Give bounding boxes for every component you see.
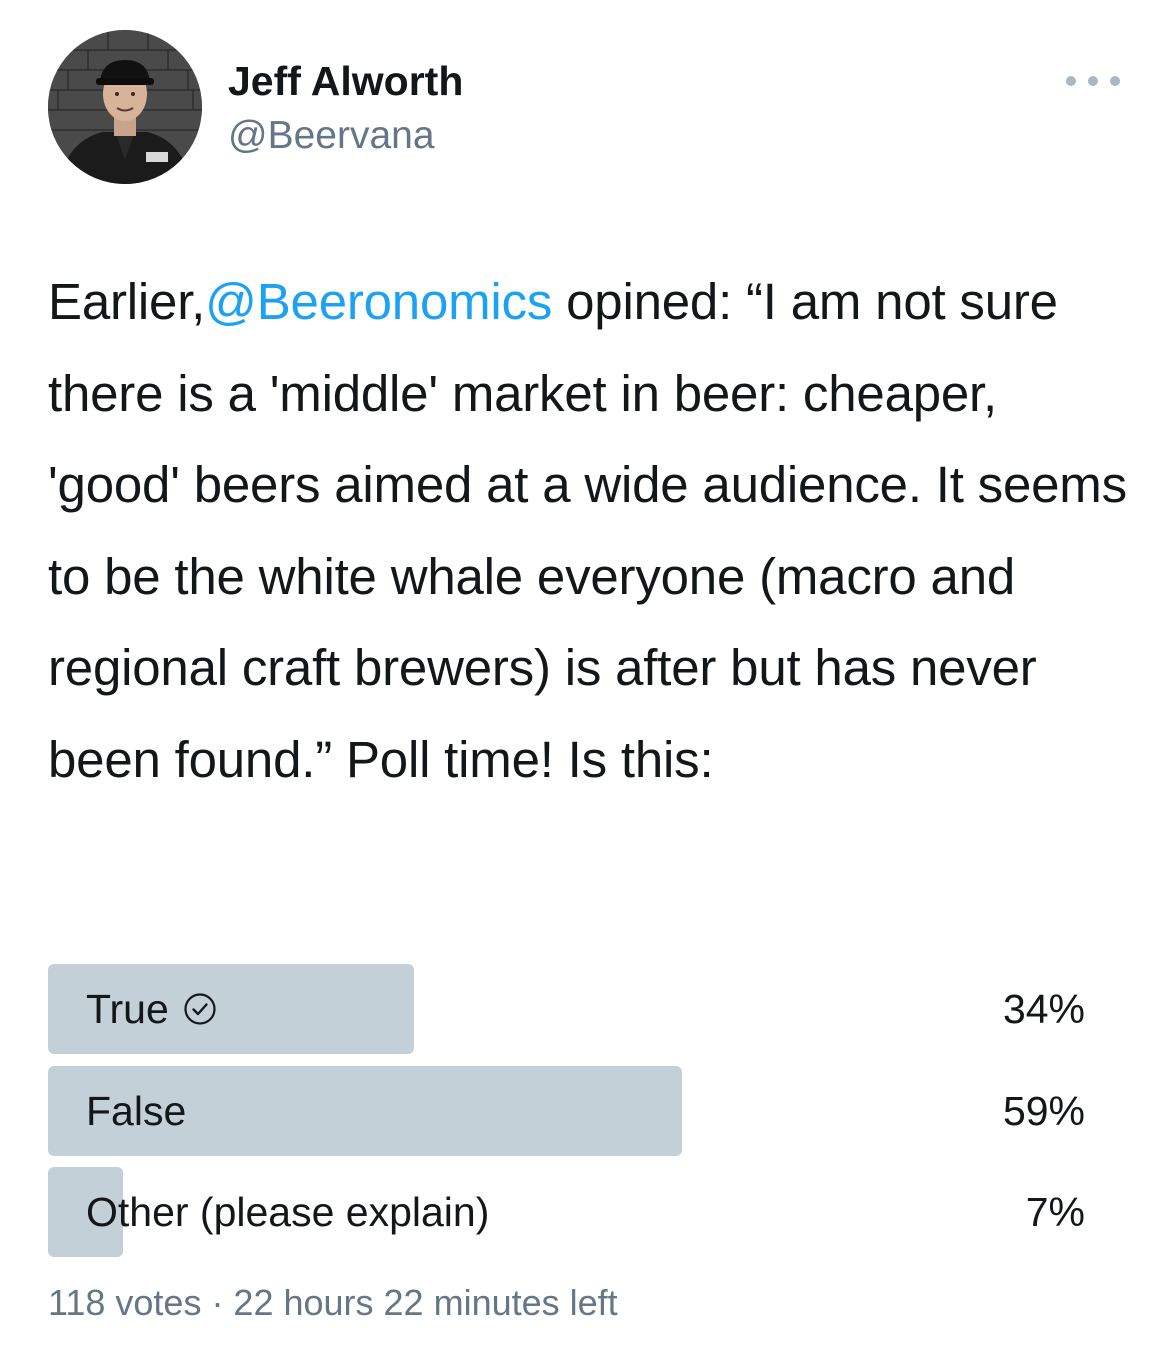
author-handle[interactable]: @Beervana (228, 114, 435, 158)
poll-option-label: False (86, 1088, 187, 1134)
poll-option-label: True (86, 986, 169, 1032)
poll-option-percent: 59% (1002, 1088, 1085, 1134)
avatar[interactable] (48, 30, 202, 184)
mention-link[interactable]: @Beeronomics (205, 273, 552, 330)
poll-option-percent: 34% (1002, 986, 1085, 1032)
poll-option-label-row: Other (please explain) (86, 1167, 489, 1257)
poll-meta: 118 votes · 22 hours 22 minutes left (48, 1282, 618, 1323)
more-dot (1110, 76, 1120, 86)
poll-option-true[interactable]: True 34% (48, 964, 1103, 1054)
poll-option-label-row: True (86, 964, 217, 1054)
check-circle-icon (184, 993, 216, 1025)
poll-option-other[interactable]: Other (please explain) 7% (48, 1167, 1103, 1257)
more-options-button[interactable] (1066, 66, 1120, 96)
poll-option-percent: 7% (1025, 1189, 1085, 1235)
more-dot (1088, 76, 1098, 86)
person-photo-avatar-icon (48, 30, 202, 184)
poll-option-false[interactable]: False 59% (48, 1066, 1103, 1156)
tweet-text-prefix: Earlier, (48, 273, 206, 330)
tweet-text: Earlier,@Beeronomics opined: “I am not s… (48, 256, 1133, 805)
author-name[interactable]: Jeff Alworth (228, 58, 463, 105)
tweet-text-body: opined: “I am not sure there is a 'middl… (48, 273, 1127, 788)
more-horizontal-icon (1066, 76, 1076, 86)
poll-option-label: Other (please explain) (86, 1189, 490, 1235)
poll-option-label-row: False (86, 1066, 186, 1156)
